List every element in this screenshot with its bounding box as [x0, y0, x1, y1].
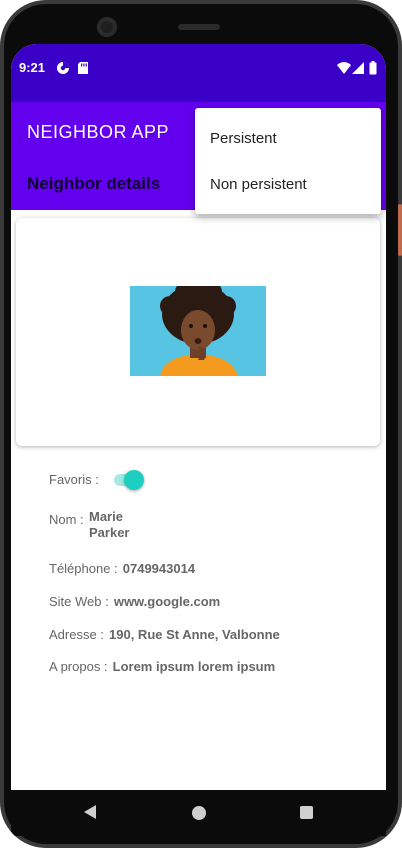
- signal-icon: [352, 60, 364, 79]
- website-value: www.google.com: [113, 594, 221, 609]
- status-time: 9:21: [19, 60, 46, 75]
- phone-value: 0749943014: [122, 561, 196, 576]
- name-last: Parker: [89, 525, 130, 540]
- sd-card-icon: [77, 60, 89, 79]
- menu-item-non-persistent[interactable]: Non persistent: [210, 176, 307, 193]
- address-label: Adresse :: [49, 627, 104, 642]
- name-label: Nom :: [49, 512, 84, 527]
- menu-item-persistent[interactable]: Persistent: [210, 130, 277, 147]
- side-button: [398, 204, 402, 256]
- overflow-menu: Persistent Non persistent: [195, 108, 381, 214]
- recent-apps-icon[interactable]: [300, 806, 313, 819]
- front-camera: [97, 17, 117, 37]
- name-first: Marie: [89, 509, 123, 524]
- status-bar: 9:21: [11, 44, 386, 102]
- navigation-bar: [11, 790, 386, 836]
- battery-icon: [369, 60, 377, 79]
- photo-card: [16, 218, 380, 446]
- neighbor-avatar: [130, 286, 266, 376]
- website-row: Site Web : www.google.com: [49, 591, 220, 610]
- about-label: A propos :: [49, 659, 108, 674]
- address-value: 190, Rue St Anne, Valbonne: [109, 627, 280, 642]
- about-value: Lorem ipsum lorem ipsum: [112, 659, 276, 674]
- app-title: NEIGHBOR APP: [27, 122, 170, 142]
- home-icon[interactable]: [192, 806, 206, 820]
- favorite-label: Favoris :: [49, 472, 99, 487]
- page-subtitle: Neighbor details: [27, 174, 161, 193]
- earpiece-speaker: [178, 24, 220, 30]
- website-label: Site Web :: [49, 594, 109, 609]
- about-row: A propos : Lorem ipsum lorem ipsum: [49, 656, 275, 675]
- address-row: Adresse : 190, Rue St Anne, Valbonne: [49, 624, 280, 643]
- phone-frame: 9:21 NEIGHBOR APP Neighbor details Favor…: [0, 0, 402, 848]
- wifi-icon: [337, 60, 351, 79]
- back-icon[interactable]: [83, 804, 97, 824]
- phone-label: Téléphone :: [49, 561, 118, 576]
- favorite-toggle[interactable]: [124, 470, 144, 490]
- name-row: Nom :: [49, 509, 84, 528]
- phone-row: Téléphone : 0749943014: [49, 558, 195, 577]
- screen: 9:21 NEIGHBOR APP Neighbor details Favor…: [11, 44, 386, 826]
- data-saver-icon: [56, 60, 70, 79]
